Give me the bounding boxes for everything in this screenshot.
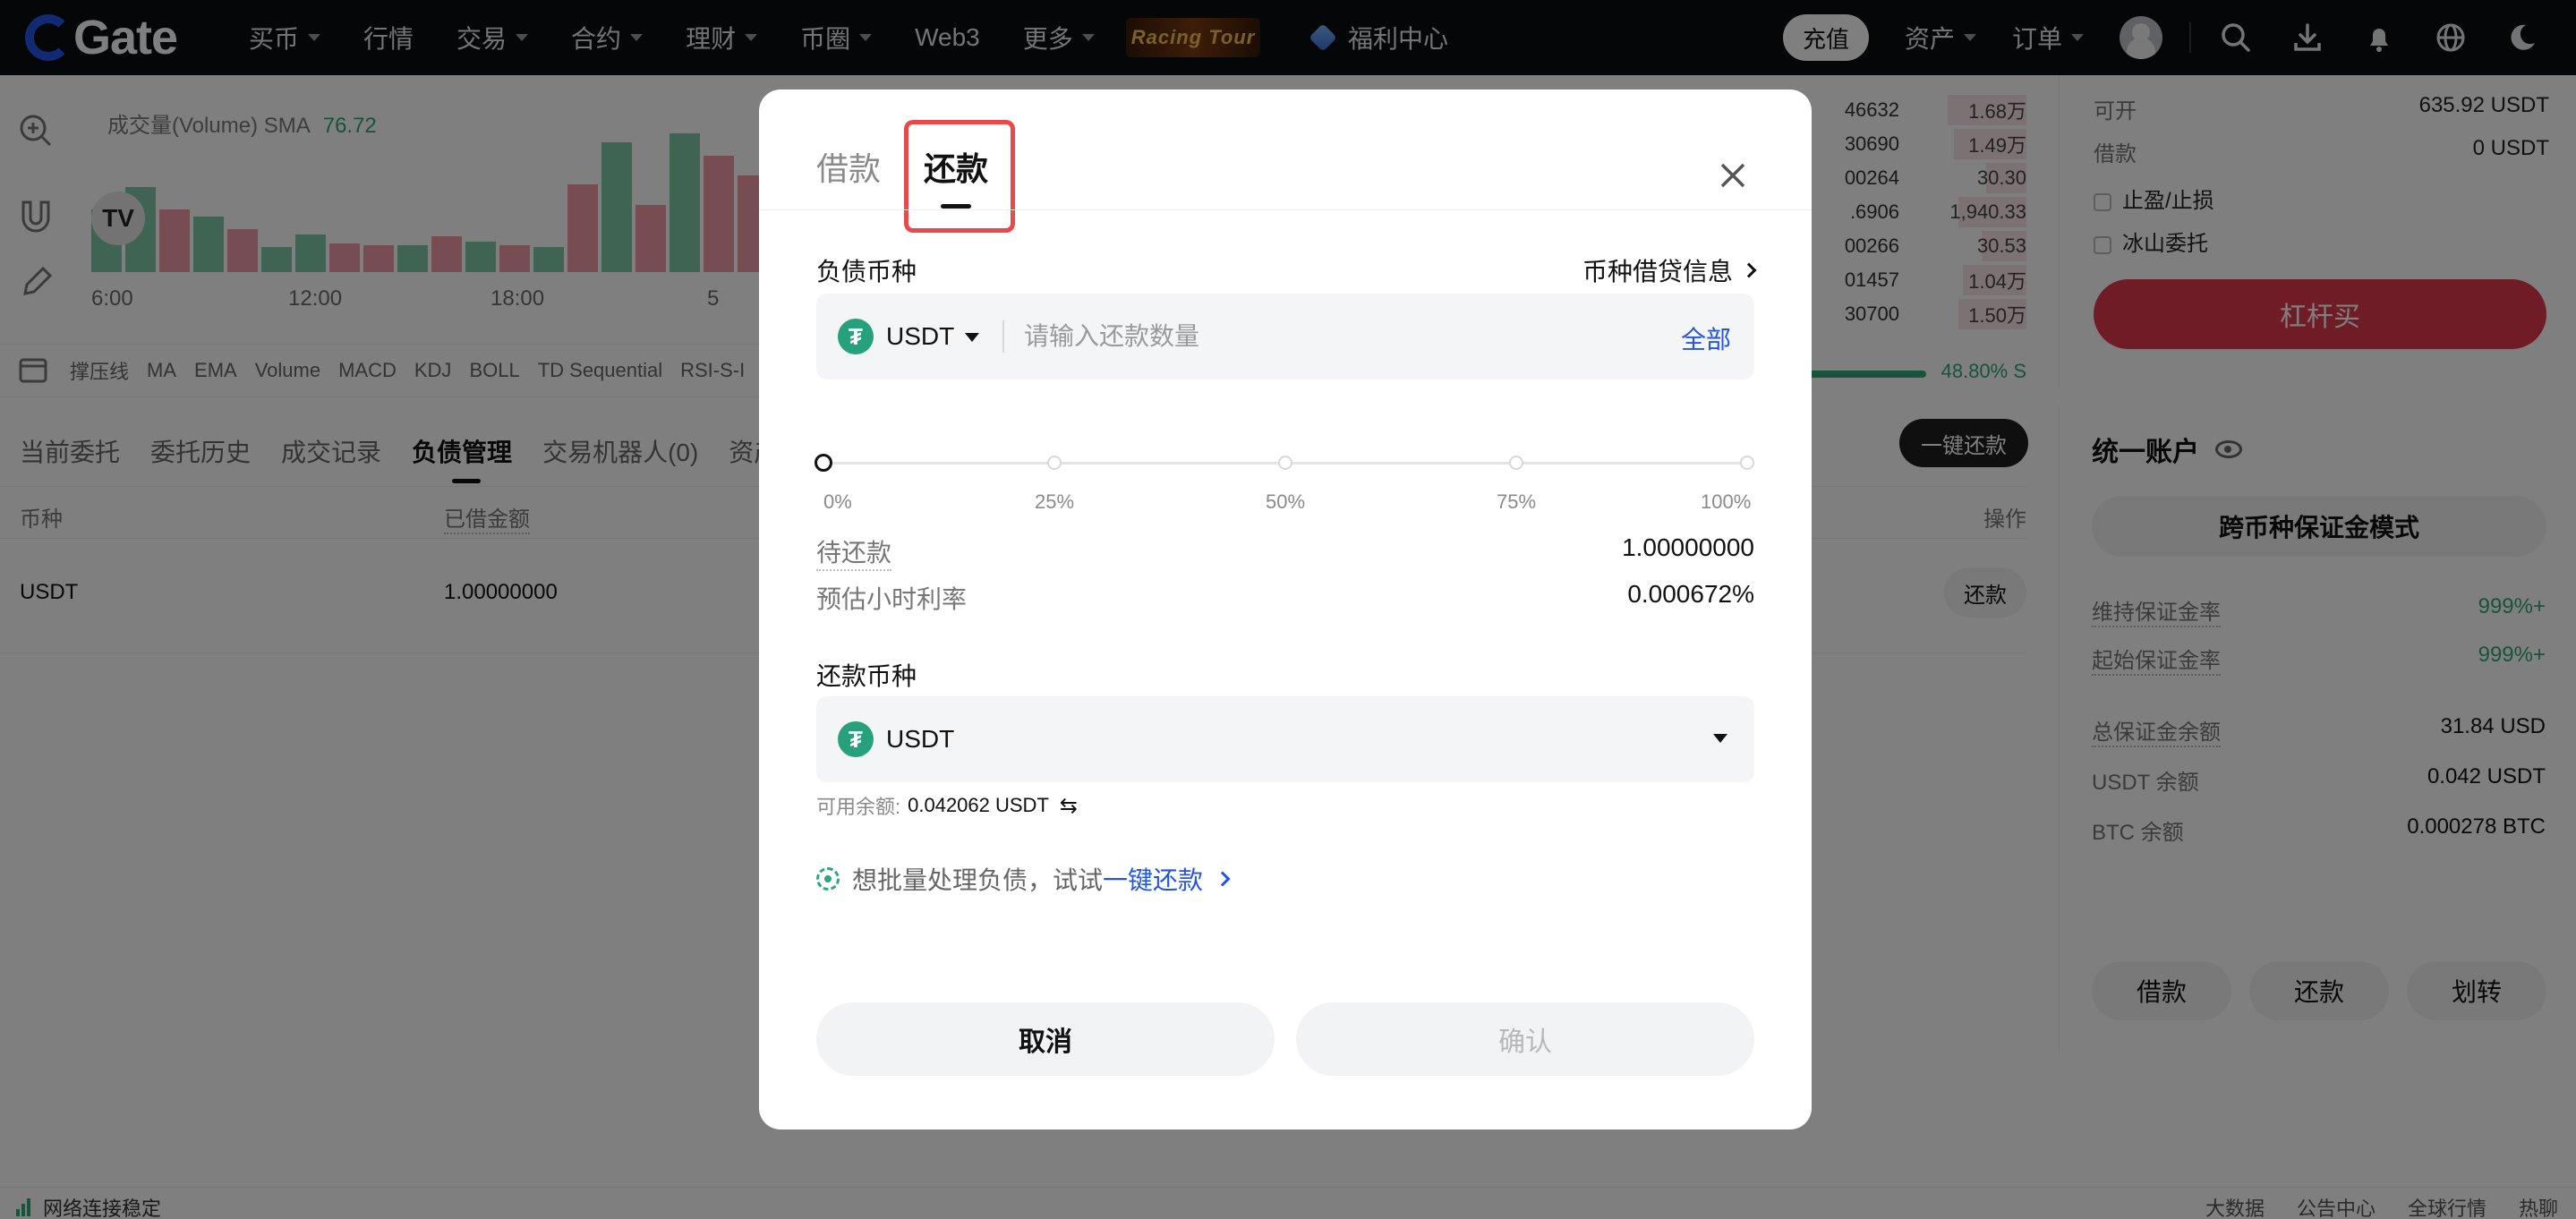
- slider-thumb[interactable]: [815, 454, 832, 472]
- slider-mark-label: 75%: [1497, 490, 1537, 513]
- modal-divider: [759, 209, 1812, 210]
- slider-mark-label: 100%: [1701, 490, 1752, 513]
- field-divider: [1002, 320, 1004, 353]
- repay-amount-field: ₮ USDT 全部: [816, 294, 1754, 379]
- slider-mark-label: 0%: [823, 490, 852, 513]
- slider-tick[interactable]: [1509, 456, 1523, 470]
- orderbook-qty: 1,940.33: [1949, 200, 2026, 223]
- orderbook-qty: 30.30: [1976, 166, 2026, 189]
- all-button[interactable]: 全部: [1681, 320, 1731, 356]
- pending-label: 待还款: [816, 533, 892, 571]
- orderbook-qty: 1.50万: [1968, 304, 2026, 327]
- repay-percent-slider[interactable]: 0% 25% 50% 75% 100%: [815, 446, 1754, 513]
- slider-mark-label: 50%: [1266, 490, 1306, 513]
- tab-borrow[interactable]: 借款: [816, 143, 881, 190]
- usdt-coin-icon: ₮: [838, 319, 874, 354]
- chevron-down-icon[interactable]: [965, 333, 979, 342]
- chevron-down-icon: [1713, 734, 1727, 743]
- confirm-button[interactable]: 确认: [1296, 1002, 1754, 1076]
- swap-icon[interactable]: ⇆: [1060, 793, 1078, 819]
- coin-info-link[interactable]: 币种借贷信息: [1582, 252, 1757, 288]
- one-key-repay-link[interactable]: 一键还款: [1103, 861, 1203, 897]
- pending-value: 1.00000000: [1622, 533, 1754, 561]
- rate-label: 预估小时利率: [816, 585, 968, 613]
- debt-coin-select[interactable]: USDT: [886, 322, 954, 351]
- available-balance: 可用余额: 0.042062 USDT ⇆: [816, 791, 1078, 820]
- refresh-icon: [816, 867, 840, 891]
- orderbook-row[interactable]: 466321.68万: [1801, 93, 2026, 127]
- rate-value: 0.000672%: [1627, 580, 1754, 608]
- pending-row: 待还款 1.00000000: [816, 533, 1754, 571]
- cancel-button[interactable]: 取消: [816, 1002, 1275, 1076]
- orderbook-qty: 1.68万: [1968, 100, 2026, 123]
- batch-repay-tip: 想批量处理负债，试试 一键还款: [816, 861, 1231, 897]
- repay-modal: 借款 还款 负债币种 币种借贷信息 ₮ USDT 全部 0%25%50%75%1…: [759, 90, 1812, 1129]
- available-balance-value: 0.042062 USDT: [908, 794, 1049, 816]
- slider-tick[interactable]: [1740, 456, 1754, 470]
- repay-coin-select[interactable]: ₮ USDT: [816, 696, 1754, 782]
- slider-mark-label: 25%: [1035, 490, 1075, 513]
- repay-amount-input[interactable]: [1024, 313, 1651, 360]
- orderbook-qty: 30.53: [1976, 234, 2026, 257]
- repay-coin-label: 还款币种: [816, 662, 917, 690]
- coin-info-text: 币种借贷信息: [1582, 258, 1733, 286]
- chevron-right-icon: [1741, 262, 1757, 278]
- rate-row: 预估小时利率 0.000672%: [816, 580, 1754, 616]
- orderbook-qty: 1.49万: [1968, 134, 2026, 157]
- usdt-coin-icon: ₮: [838, 721, 874, 757]
- orderbook-row[interactable]: 306901.49万: [1801, 127, 2026, 161]
- available-balance-label: 可用余额:: [816, 796, 901, 818]
- slider-tick[interactable]: [1278, 456, 1292, 470]
- slider-tick[interactable]: [1047, 456, 1062, 470]
- debt-coin-label: 负债币种: [816, 258, 917, 286]
- close-icon[interactable]: [1715, 158, 1751, 193]
- orderbook-row[interactable]: 307001.50万: [1801, 297, 2026, 331]
- orderbook-qty: 1.04万: [1968, 270, 2026, 293]
- repay-tab-highlight: [904, 120, 1015, 233]
- chevron-right-icon: [1215, 871, 1231, 887]
- orderbook-row[interactable]: 014571.04万: [1801, 263, 2026, 297]
- order-book: 466321.68万306901.49万0026430.30.69061,940…: [1801, 75, 2026, 329]
- repay-coin-name: USDT: [886, 725, 955, 753]
- tip-text: 想批量处理负债，试试: [852, 866, 1104, 894]
